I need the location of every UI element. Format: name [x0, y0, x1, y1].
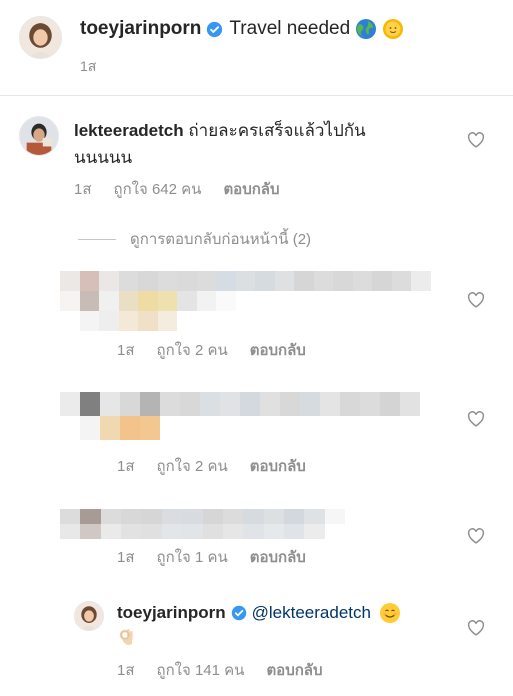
reply-likes-count[interactable]: ถูกใจ 141 คน — [157, 662, 245, 679]
post-author-avatar[interactable] — [19, 16, 62, 59]
reply-timestamp: 1ส — [117, 342, 135, 359]
reply-likes-count[interactable]: ถูกใจ 1 คน — [157, 549, 228, 566]
ok-hand-emoji-icon — [117, 626, 137, 648]
reply-likes-count[interactable]: ถูกใจ 2 คน — [157, 342, 228, 359]
view-previous-replies[interactable]: ดูการตอบกลับก่อนหน้านี้ (2) — [78, 227, 311, 251]
reply-meta: 1ส ถูกใจ 141 คน ตอบกลับ — [117, 658, 345, 682]
like-heart-icon[interactable] — [467, 132, 485, 148]
smiling-face-emoji-icon — [379, 602, 401, 624]
comment-timestamp: 1ส — [74, 181, 92, 198]
blurred-reply-3 — [60, 509, 345, 539]
reply-meta: 1ส ถูกใจ 2 คน ตอบกลับ — [117, 338, 328, 362]
comment-text-line2: นนนนน — [74, 148, 133, 167]
comment-meta: 1ส ถูกใจ 642 คน ตอบกลับ — [74, 177, 302, 201]
post-timestamp: 1ส — [80, 58, 97, 74]
caption-divider — [0, 95, 513, 96]
post-caption-text: Travel needed — [229, 18, 351, 39]
like-heart-icon[interactable] — [467, 528, 485, 544]
reply-meta: 1ส ถูกใจ 1 คน ตอบกลับ — [117, 545, 328, 569]
reply-reply-button[interactable]: ตอบกลับ — [266, 662, 322, 679]
like-heart-icon[interactable] — [467, 292, 485, 308]
blurred-reply-1 — [60, 271, 450, 331]
verified-badge-icon — [231, 605, 247, 621]
comment-likes-count[interactable]: ถูกใจ 642 คน — [114, 181, 202, 198]
reply-meta: 1ส ถูกใจ 2 คน ตอบกลับ — [117, 454, 328, 478]
reply-author-avatar[interactable] — [74, 601, 104, 631]
like-heart-icon[interactable] — [467, 620, 485, 636]
post-caption: toeyjarinporn Travel needed — [80, 18, 404, 40]
reply-mention-link[interactable]: @lekteeradetch — [252, 600, 371, 626]
reply-likes-count[interactable]: ถูกใจ 2 คน — [157, 458, 228, 475]
view-previous-replies-label: ดูการตอบกลับก่อนหน้านี้ (2) — [130, 231, 312, 248]
reply-reply-button[interactable]: ตอบกลับ — [250, 342, 306, 359]
reply-reply-button[interactable]: ตอบกลับ — [250, 458, 306, 475]
reply-author-username[interactable]: toeyjarinporn — [117, 600, 226, 626]
reply-timestamp: 1ส — [117, 458, 135, 475]
commenter-avatar[interactable] — [19, 116, 59, 156]
like-heart-icon[interactable] — [467, 411, 485, 427]
sun-face-emoji-icon — [382, 18, 404, 40]
comment-body: lekteeradetch ถ่ายละครเสร็จแล้วไปกัน นนน… — [74, 117, 464, 171]
reply-reply-button[interactable]: ตอบกลับ — [250, 549, 306, 566]
last-reply-body: toeyjarinporn @lekteeradetch — [117, 600, 457, 650]
reply-timestamp: 1ส — [117, 662, 135, 679]
comment-text-line1: ถ่ายละครเสร็จแล้วไปกัน — [188, 121, 366, 140]
blurred-reply-2 — [60, 392, 440, 440]
replies-divider-line — [78, 238, 116, 240]
globe-emoji-icon — [355, 18, 377, 40]
comment-reply-button[interactable]: ตอบกลับ — [223, 181, 279, 198]
post-author-username[interactable]: toeyjarinporn — [80, 18, 201, 40]
verified-badge-icon — [206, 21, 223, 38]
reply-timestamp: 1ส — [117, 549, 135, 566]
commenter-username[interactable]: lekteeradetch — [74, 121, 184, 140]
